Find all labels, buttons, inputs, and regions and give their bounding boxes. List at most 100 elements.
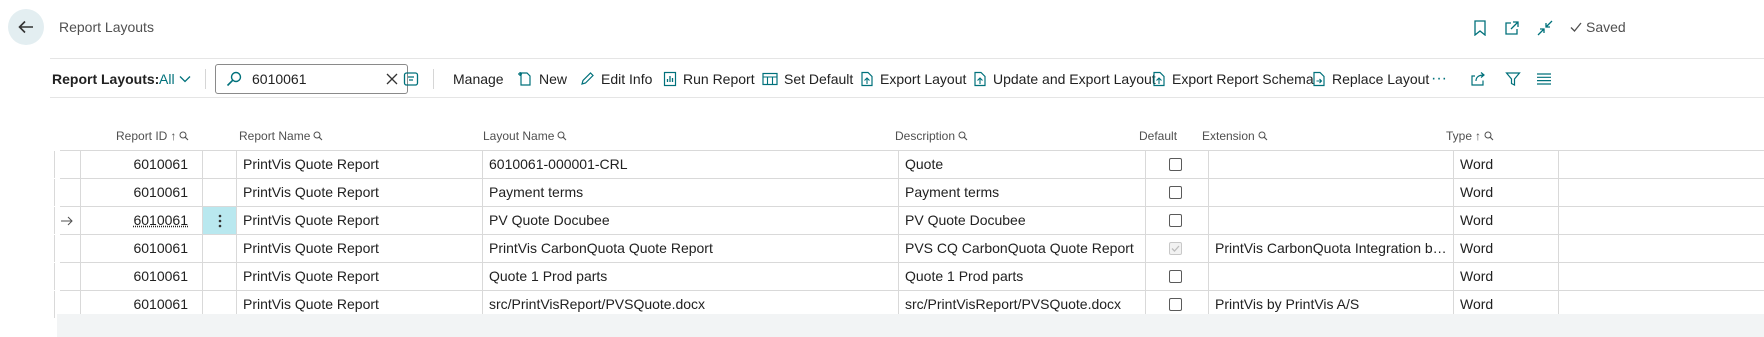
default-checkbox[interactable] — [1169, 186, 1182, 199]
export-report-schema-label: Export Report Schema — [1172, 70, 1314, 87]
update-export-layout-button[interactable]: Update and Export Layout — [973, 59, 1156, 98]
cell-report-id[interactable]: 6010061 — [80, 235, 202, 262]
cell-extension[interactable] — [1208, 207, 1453, 234]
filter-pane-icon — [403, 71, 419, 86]
default-checkbox[interactable] — [1169, 214, 1182, 227]
top-bar: Report Layouts Saved — [0, 0, 1764, 54]
cell-report-name[interactable]: PrintVis Quote Report — [236, 207, 482, 234]
search-box[interactable] — [215, 64, 408, 94]
show-filter-pane-button[interactable] — [403, 59, 419, 98]
cell-default — [1145, 207, 1208, 234]
cell-extension[interactable] — [1208, 179, 1453, 206]
cell-type[interactable]: Word — [1453, 151, 1558, 178]
cell-report-name[interactable]: PrintVis Quote Report — [236, 179, 482, 206]
search-icon — [313, 131, 323, 141]
cell-description[interactable]: PVS CQ CarbonQuota Quote Report — [898, 235, 1145, 262]
open-in-new-window-icon — [1505, 21, 1519, 35]
replace-icon — [1313, 71, 1325, 86]
action-bar: Report Layouts: All Manage New Edit Info… — [50, 58, 1764, 98]
run-report-button[interactable]: Run Report — [663, 59, 755, 98]
cell-extension[interactable] — [1208, 263, 1453, 290]
table-row[interactable]: 6010061 PrintVis Quote Report 6010061-0000… — [54, 151, 1764, 179]
collapse-button[interactable] — [1534, 17, 1556, 39]
row-actions-cell[interactable] — [202, 179, 236, 206]
cell-type[interactable]: Word — [1453, 207, 1558, 234]
list-icon — [1537, 72, 1551, 85]
cell-layout-name[interactable]: Quote 1 Prod parts — [482, 263, 898, 290]
edit-info-button[interactable]: Edit Info — [580, 59, 652, 98]
table-row[interactable]: 6010061 PrintVis Quote Report PV Quote Doc… — [54, 207, 1764, 235]
cell-description[interactable]: Payment terms — [898, 179, 1145, 206]
filter-button[interactable] — [1505, 59, 1521, 98]
sort-ascending-icon: ↑ — [1475, 129, 1482, 143]
clear-search-icon[interactable] — [385, 72, 399, 86]
column-header-type[interactable]: Type ↑ — [1446, 129, 1494, 143]
saved-status: Saved — [1570, 19, 1626, 35]
column-header-report-id[interactable]: Report ID ↑ — [116, 129, 189, 143]
manage-button[interactable]: Manage — [453, 59, 504, 98]
cell-report-name[interactable]: PrintVis Quote Report — [236, 263, 482, 290]
row-selector[interactable] — [54, 179, 80, 206]
export-icon — [1153, 71, 1165, 86]
table-row[interactable]: 6010061 PrintVis Quote Report Payment term… — [54, 179, 1764, 207]
row-actions-cell[interactable] — [202, 235, 236, 262]
table-header: Report ID ↑ Report Name Layout Name Desc… — [60, 122, 1764, 148]
column-header-description[interactable]: Description — [895, 129, 968, 143]
cell-report-name[interactable]: PrintVis Quote Report — [236, 235, 482, 262]
export-report-schema-button[interactable]: Export Report Schema — [1152, 59, 1314, 98]
more-options-button[interactable]: ··· — [1431, 59, 1447, 98]
cell-report-id[interactable]: 6010061 — [80, 151, 202, 178]
default-checkbox[interactable] — [1169, 242, 1182, 255]
row-end-border — [1558, 235, 1559, 262]
column-header-default[interactable]: Default — [1139, 129, 1177, 143]
cell-description[interactable]: Quote — [898, 151, 1145, 178]
cell-default — [1145, 235, 1208, 262]
bookmark-button[interactable] — [1469, 17, 1491, 39]
row-selector[interactable] — [54, 235, 80, 262]
default-checkbox[interactable] — [1169, 298, 1182, 311]
cell-type[interactable]: Word — [1453, 263, 1558, 290]
row-actions-cell[interactable] — [202, 151, 236, 178]
cell-description[interactable]: Quote 1 Prod parts — [898, 263, 1145, 290]
export-layout-button[interactable]: Export Layout — [860, 59, 966, 98]
row-selector[interactable] — [54, 207, 80, 234]
default-checkbox[interactable] — [1169, 270, 1182, 283]
list-view-button[interactable] — [1536, 59, 1552, 98]
row-menu-button[interactable] — [203, 207, 236, 234]
cell-type[interactable]: Word — [1453, 235, 1558, 262]
cell-layout-name[interactable]: PV Quote Docubee — [482, 207, 898, 234]
vertical-ellipsis-icon — [218, 214, 221, 227]
cell-extension[interactable]: PrintVis CarbonQuota Integration by Nov.… — [1208, 235, 1453, 262]
export-icon — [861, 71, 873, 86]
new-button[interactable]: New — [517, 59, 567, 98]
row-actions-cell[interactable] — [202, 263, 236, 290]
cell-report-name[interactable]: PrintVis Quote Report — [236, 151, 482, 178]
share-button[interactable] — [1470, 59, 1486, 98]
cell-extension[interactable] — [1208, 151, 1453, 178]
cell-description[interactable]: PV Quote Docubee — [898, 207, 1145, 234]
table-row[interactable]: 6010061 PrintVis Quote Report PrintVis Car… — [54, 235, 1764, 263]
table-row[interactable]: 6010061 PrintVis Quote Report Quote 1 Prod… — [54, 263, 1764, 291]
cell-report-id[interactable]: 6010061 — [80, 179, 202, 206]
cell-report-id[interactable]: 6010061 — [80, 263, 202, 290]
cell-type[interactable]: Word — [1453, 179, 1558, 206]
search-input[interactable] — [252, 71, 372, 87]
row-selector[interactable] — [54, 151, 80, 178]
row-selector[interactable] — [54, 263, 80, 290]
cell-report-id[interactable]: 6010061 — [80, 207, 202, 234]
cell-layout-name[interactable]: 6010061-000001-CRL — [482, 151, 898, 178]
column-header-report-name[interactable]: Report Name — [239, 129, 323, 143]
checkmark-icon — [1570, 22, 1582, 32]
open-new-window-button[interactable] — [1501, 17, 1523, 39]
column-header-extension[interactable]: Extension — [1202, 129, 1268, 143]
column-header-layout-name[interactable]: Layout Name — [483, 129, 567, 143]
view-filter-dropdown[interactable]: All — [159, 59, 191, 98]
cell-layout-name[interactable]: PrintVis CarbonQuota Quote Report — [482, 235, 898, 262]
default-checkbox[interactable] — [1169, 158, 1182, 171]
replace-layout-button[interactable]: Replace Layout — [1312, 59, 1429, 98]
replace-layout-label: Replace Layout — [1332, 70, 1430, 87]
back-button[interactable] — [8, 9, 44, 45]
cell-default — [1145, 151, 1208, 178]
cell-layout-name[interactable]: Payment terms — [482, 179, 898, 206]
set-default-button[interactable]: Set Default — [762, 59, 853, 98]
